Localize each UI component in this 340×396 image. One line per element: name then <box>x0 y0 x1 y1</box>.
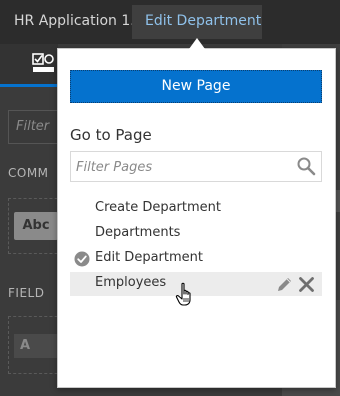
section-common-label: COMM <box>8 166 49 180</box>
hand-cursor-icon <box>175 282 191 306</box>
page-item-create-department[interactable]: Create Department <box>70 197 322 221</box>
side-filter-placeholder: Filter <box>16 119 50 134</box>
search-icon[interactable] <box>296 156 316 176</box>
page-item-departments[interactable]: Departments <box>70 222 322 246</box>
side-tab-underline <box>0 84 58 87</box>
page-item-label: Employees <box>95 275 167 290</box>
popup-caret <box>189 38 205 49</box>
page-item-edit-department[interactable]: Edit Department <box>70 247 322 271</box>
section-field-label: FIELD <box>8 286 45 300</box>
breadcrumb-page[interactable]: Edit Department <box>145 13 261 29</box>
page-item-label: Create Department <box>95 200 221 215</box>
check-circle-icon <box>74 251 90 267</box>
new-page-button[interactable]: New Page <box>70 70 322 103</box>
text-component[interactable]: Abc <box>14 212 58 240</box>
page-item-label: Edit Department <box>95 250 203 265</box>
filter-pages-input[interactable] <box>76 156 286 178</box>
field-component[interactable]: A <box>14 334 58 358</box>
breadcrumb-app[interactable]: HR Application 1.0 <box>14 13 144 29</box>
components-icon[interactable] <box>32 52 54 74</box>
go-to-page-heading: Go to Page <box>70 126 152 144</box>
page-item-label: Departments <box>95 225 181 240</box>
close-icon[interactable] <box>298 276 315 293</box>
pencil-icon[interactable] <box>276 276 293 293</box>
